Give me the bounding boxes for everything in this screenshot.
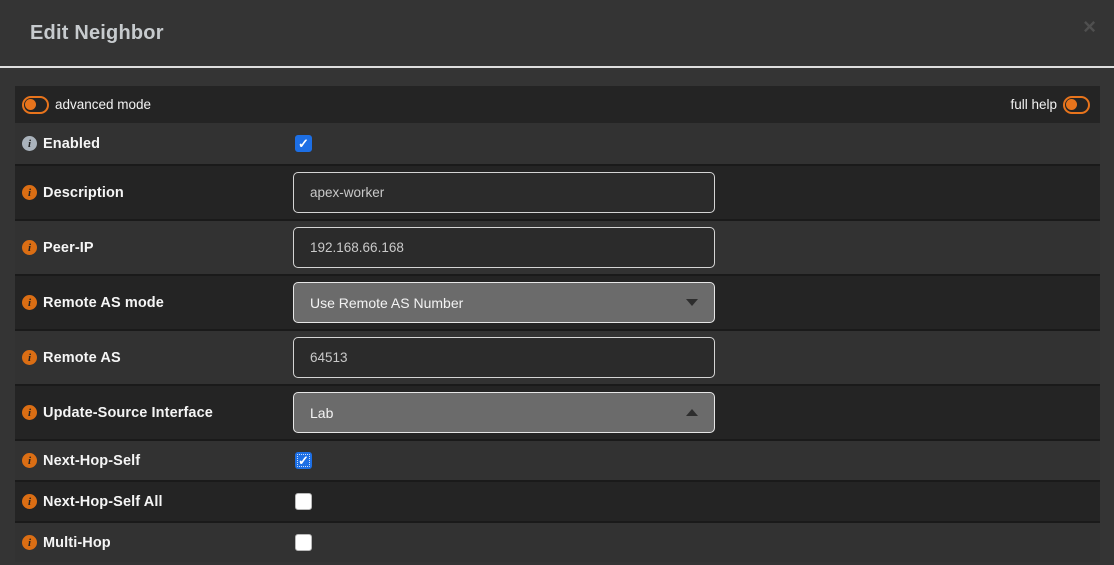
check-icon: ✓: [298, 454, 309, 467]
field-label: Enabled: [43, 136, 100, 152]
control-cell: ✓: [293, 135, 1100, 152]
label-cell: i Remote AS: [15, 350, 293, 366]
caret-down-icon: [686, 299, 698, 306]
label-cell: i Remote AS mode: [15, 295, 293, 311]
control-cell: Lab: [293, 392, 1100, 433]
row-next-hop-self-all: i Next-Hop-Self All: [15, 480, 1100, 521]
info-icon[interactable]: i: [22, 535, 37, 550]
close-icon[interactable]: ×: [1083, 16, 1096, 38]
field-label: Remote AS: [43, 350, 121, 366]
field-label: Remote AS mode: [43, 295, 164, 311]
label-cell: i Peer-IP: [15, 240, 293, 256]
info-icon[interactable]: i: [22, 295, 37, 310]
field-label: Update-Source Interface: [43, 405, 213, 421]
full-help-label: full help: [1010, 97, 1057, 112]
control-cell: [293, 227, 1100, 268]
info-icon[interactable]: i: [22, 494, 37, 509]
description-input[interactable]: [293, 172, 715, 213]
row-description: i Description: [15, 164, 1100, 219]
info-icon[interactable]: i: [22, 405, 37, 420]
row-enabled: i Enabled ✓: [15, 123, 1100, 164]
label-cell: i Update-Source Interface: [15, 405, 293, 421]
modal-header: Edit Neighbor ×: [0, 0, 1114, 68]
info-icon[interactable]: i: [22, 136, 37, 151]
update-source-interface-select[interactable]: Lab: [293, 392, 715, 433]
row-remote-as-mode: i Remote AS mode Use Remote AS Number: [15, 274, 1100, 329]
enabled-checkbox[interactable]: ✓: [295, 135, 312, 152]
remote-as-mode-select[interactable]: Use Remote AS Number: [293, 282, 715, 323]
next-hop-self-checkbox[interactable]: ✓: [295, 452, 312, 469]
control-cell: [293, 534, 1100, 551]
field-label: Next-Hop-Self All: [43, 494, 163, 510]
advanced-mode-label: advanced mode: [55, 97, 151, 112]
field-label: Description: [43, 185, 124, 201]
toggle-icon: [1063, 96, 1090, 114]
info-icon[interactable]: i: [22, 350, 37, 365]
neighbor-form-table: advanced mode full help i Enabled ✓ i Descri…: [15, 86, 1100, 562]
label-cell: i Multi-Hop: [15, 535, 293, 551]
info-icon[interactable]: i: [22, 453, 37, 468]
row-multi-hop: i Multi-Hop: [15, 521, 1100, 562]
select-value: Use Remote AS Number: [310, 295, 463, 311]
row-remote-as: i Remote AS: [15, 329, 1100, 384]
modal-title: Edit Neighbor: [30, 22, 164, 45]
field-label: Peer-IP: [43, 240, 94, 256]
control-cell: ✓: [293, 452, 1100, 469]
row-update-source-interface: i Update-Source Interface Lab: [15, 384, 1100, 439]
info-icon[interactable]: i: [22, 185, 37, 200]
advanced-mode-toggle[interactable]: advanced mode: [22, 96, 157, 114]
select-value: Lab: [310, 405, 333, 421]
remote-as-input[interactable]: [293, 337, 715, 378]
info-icon[interactable]: i: [22, 240, 37, 255]
peer-ip-input[interactable]: [293, 227, 715, 268]
next-hop-self-all-checkbox[interactable]: [295, 493, 312, 510]
multi-hop-checkbox[interactable]: [295, 534, 312, 551]
options-row: advanced mode full help: [15, 86, 1100, 123]
label-cell: i Next-Hop-Self All: [15, 494, 293, 510]
full-help-toggle[interactable]: full help: [1004, 96, 1090, 114]
toggle-icon: [22, 96, 49, 114]
control-cell: [293, 172, 1100, 213]
label-cell: i Description: [15, 185, 293, 201]
caret-up-icon: [686, 409, 698, 416]
row-next-hop-self: i Next-Hop-Self ✓: [15, 439, 1100, 480]
field-label: Multi-Hop: [43, 535, 111, 551]
control-cell: [293, 337, 1100, 378]
control-cell: Use Remote AS Number: [293, 282, 1100, 323]
row-peer-ip: i Peer-IP: [15, 219, 1100, 274]
field-label: Next-Hop-Self: [43, 453, 140, 469]
label-cell: i Enabled: [15, 136, 293, 152]
control-cell: [293, 493, 1100, 510]
check-icon: ✓: [298, 137, 309, 150]
label-cell: i Next-Hop-Self: [15, 453, 293, 469]
